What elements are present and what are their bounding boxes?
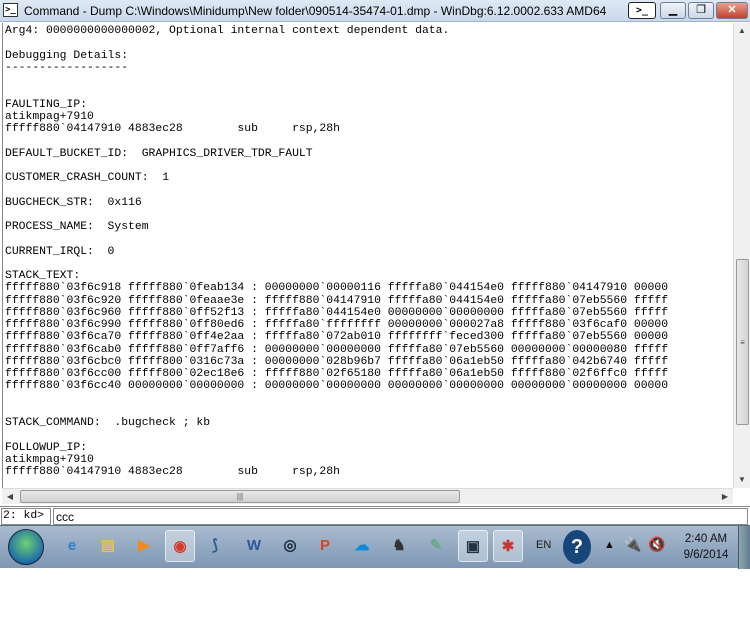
vertical-scroll-thumb[interactable]: ≡	[736, 259, 749, 425]
output-line: Debugging Details:	[5, 49, 129, 62]
command-output: Arg4: 0000000000000002, Optional interna…	[2, 23, 732, 488]
taskbar-file-explorer-button[interactable]: ▤	[93, 530, 123, 562]
scroll-up-arrow-icon[interactable]: ▲	[734, 23, 750, 39]
output-line: fffff880`03f6cab0 fffff880`0ff7aff6 : 00…	[5, 343, 669, 356]
minimize-button[interactable]: ▁	[660, 2, 686, 19]
output-line: fffff880`03f6cc00 fffff800`02ec18e6 : ff…	[5, 368, 669, 380]
output-line: STACK_COMMAND: .bugcheck ; kb	[5, 417, 211, 429]
powerpoint-icon: P	[319, 537, 330, 554]
clock-date: 9/6/2014	[683, 549, 729, 561]
output-text: Arg4: 0000000000000002, Optional interna…	[3, 23, 732, 478]
internet-explorer-icon: e	[67, 537, 77, 554]
console-prompt-icon: >_	[3, 3, 18, 17]
tool-app-icon: ✎	[429, 537, 443, 554]
kd-prompt: 2: kd>	[1, 508, 51, 525]
taskbar-tool-app-button[interactable]: ✎	[421, 530, 451, 562]
scroll-down-arrow-icon[interactable]: ▼	[734, 472, 750, 488]
help-info-icon[interactable]: ?	[563, 530, 591, 564]
taskbar-network-app-button[interactable]: ⟆	[200, 530, 230, 562]
command-line: 2: kd>	[0, 506, 750, 525]
window-title: Command - Dump C:\Windows\Minidump\New f…	[24, 4, 607, 18]
taskbar-media-player-button[interactable]: ▶	[129, 530, 159, 562]
taskbar-cloud-app-button[interactable]: ☁	[347, 530, 377, 562]
output-line: fffff880`03f6cbc0 fffff800`0316c73a : 00…	[5, 355, 669, 368]
taskbar-internet-explorer-button[interactable]: e	[57, 530, 87, 562]
clock-time: 2:40 AM	[684, 533, 728, 545]
language-indicator[interactable]: EN	[536, 539, 551, 551]
output-line: CUSTOMER_CRASH_COUNT: 1	[5, 172, 170, 184]
cloud-app-icon: ☁	[354, 537, 370, 554]
output-line: fffff880`03f6ca70 fffff880`0ff4e2aa : ff…	[5, 331, 669, 344]
scroll-left-arrow-icon[interactable]: ◀	[2, 489, 18, 505]
output-line: fffff880`04147910 4883ec28 sub rsp,28h	[5, 466, 340, 478]
taskbar-word-button[interactable]: W	[239, 530, 269, 562]
show-hidden-icons-arrow-icon[interactable]: ▲	[604, 539, 615, 551]
steam-icon: ◎	[283, 537, 297, 554]
output-line: atikmpag+7910	[5, 453, 94, 466]
close-button[interactable]: ✕	[716, 2, 748, 19]
taskbar-crash-app-button[interactable]: ✱	[493, 530, 523, 562]
output-line: fffff880`03f6c960 fffff880`0ff52f13 : ff…	[5, 306, 669, 319]
scroll-right-arrow-icon[interactable]: ▶	[717, 489, 733, 505]
network-app-icon: ⟆	[212, 537, 218, 554]
output-line: FAULTING_IP:	[5, 98, 88, 111]
restore-button[interactable]: ❐	[688, 2, 714, 19]
output-line: fffff880`03f6cc40 00000000`00000000 : 00…	[5, 380, 669, 393]
command-window-button[interactable]: >_	[628, 2, 656, 19]
horizontal-scrollbar[interactable]: ◀ ||| ▶	[2, 488, 733, 504]
output-line: fffff880`03f6c918 fffff880`0feab134 : 00…	[5, 282, 669, 295]
clock[interactable]: 2:40 AM 9/6/2014	[670, 531, 742, 563]
output-line: DEFAULT_BUCKET_ID: GRAPHICS_DRIVER_TDR_F…	[5, 147, 313, 160]
taskbar-powerpoint-button[interactable]: P	[310, 530, 340, 562]
horizontal-scroll-thumb[interactable]: |||	[20, 490, 460, 503]
output-line: ------------------	[5, 61, 129, 74]
crash-app-icon: ✱	[501, 538, 515, 555]
output-line: fffff880`04147910 4883ec28 sub rsp,28h	[5, 123, 340, 135]
vertical-scrollbar[interactable]: ▲ ≡ ▼	[733, 23, 750, 488]
output-line: BUGCHECK_STR: 0x116	[5, 196, 142, 209]
media-player-icon: ▶	[138, 537, 150, 554]
taskbar-steam-button[interactable]: ◎	[275, 530, 305, 562]
output-line: CURRENT_IRQL: 0	[5, 245, 115, 258]
output-line: PROCESS_NAME: System	[5, 221, 149, 233]
taskbar-windbg-button[interactable]: ▣	[458, 530, 488, 562]
output-line: atikmpag+7910	[5, 110, 94, 123]
title-bar: >_ Command - Dump C:\Windows\Minidump\Ne…	[0, 0, 750, 22]
word-icon: W	[246, 537, 262, 554]
volume-muted-icon[interactable]: 🔇	[648, 536, 665, 553]
taskbar-chrome-button[interactable]: ◉	[165, 530, 195, 562]
taskbar: e ▤ ▶ ◉ ⟆ W ◎ P ☁ ♞ ✎ ▣ ✱ EN ? ▲ 🔌 🔇 2:40 AM 9/6/201…	[0, 525, 750, 569]
taskbar-game-app-button[interactable]: ♞	[384, 530, 414, 562]
output-line: fffff880`03f6c990 fffff880`0ff80ed6 : ff…	[5, 319, 669, 331]
output-line: Arg4: 0000000000000002, Optional interna…	[5, 25, 450, 37]
chrome-icon: ◉	[173, 538, 187, 555]
show-desktop-button[interactable]	[738, 526, 750, 569]
command-input[interactable]	[53, 508, 748, 525]
output-line: FOLLOWUP_IP:	[5, 441, 88, 454]
windows-start-button[interactable]	[8, 529, 44, 565]
windbg-icon: ▣	[465, 538, 481, 555]
output-line: STACK_TEXT:	[5, 270, 81, 282]
file-explorer-icon: ▤	[100, 537, 116, 554]
game-app-icon: ♞	[392, 537, 406, 554]
power-plug-icon[interactable]: 🔌	[624, 536, 641, 553]
output-line: fffff880`03f6c920 fffff880`0feaae3e : ff…	[5, 294, 669, 307]
